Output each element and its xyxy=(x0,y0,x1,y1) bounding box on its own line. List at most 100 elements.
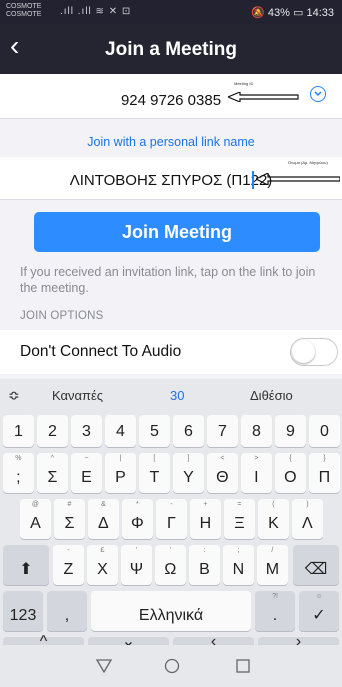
key-5[interactable]: 5 xyxy=(139,415,170,447)
key-Ο[interactable]: {Ο xyxy=(275,453,306,493)
key-Λ[interactable]: ) Λ xyxy=(292,499,323,539)
key-label: Φ xyxy=(131,515,144,532)
key-label: Γ xyxy=(166,515,176,532)
key-Β[interactable]: :Β xyxy=(189,545,220,585)
key-symbol: + xyxy=(203,501,208,508)
audio-option-label: Don't Connect To Audio xyxy=(20,343,182,360)
key-Υ[interactable]: ] Υ xyxy=(173,453,204,493)
key-symbol: / xyxy=(271,547,274,554)
key-0[interactable]: 0 xyxy=(309,415,340,447)
key-label: Λ xyxy=(302,515,313,532)
audio-toggle[interactable] xyxy=(290,338,338,366)
key-label: Ε xyxy=(81,469,92,486)
numbers-key[interactable]: 123 xyxy=(3,591,43,631)
expand-icon[interactable]: ≎ xyxy=(8,387,20,404)
key-symbol: : xyxy=(203,547,206,554)
key-Δ[interactable]: & Δ xyxy=(88,499,119,539)
key-Ξ[interactable]: = Ξ xyxy=(224,499,255,539)
arrow-annotation-icon xyxy=(228,92,299,102)
status-right: 🔕 43% ▭ 14:33 xyxy=(251,6,334,19)
back-nav-icon[interactable] xyxy=(96,659,112,673)
key-label: , xyxy=(64,607,70,624)
name-row[interactable]: Όνομα (Αρ. Μητρώου) ΛΙΝΤΟΒΟΗΣ ΣΠΥΡΟΣ (Π1… xyxy=(0,157,342,199)
key-symbol: ~ xyxy=(84,455,89,462)
key-Η[interactable]: + Η xyxy=(190,499,221,539)
invitation-hint: If you received an invitation link, tap … xyxy=(20,265,316,295)
key-label: 7 xyxy=(217,423,227,440)
key-label: 123 xyxy=(9,607,37,624)
key-label: Κ xyxy=(268,515,279,532)
key-symbol: ☺ xyxy=(315,593,323,600)
key-Κ[interactable]: (Κ xyxy=(258,499,289,539)
key-label: Σ xyxy=(47,469,58,486)
suggestion-3[interactable]: Διθέσιο xyxy=(250,388,293,403)
key-label: 0 xyxy=(319,423,329,440)
key-label: Ελληνικά xyxy=(138,607,204,624)
key-label: Ψ xyxy=(129,561,144,578)
key-Ν[interactable]: ; Ν xyxy=(223,545,254,585)
key-symbol: > xyxy=(254,455,259,462)
key-Α[interactable]: @ Α xyxy=(20,499,51,539)
personal-link-button[interactable]: Join with a personal link name xyxy=(0,135,342,149)
key-symbol: ^ xyxy=(50,455,55,462)
key-Γ[interactable]: -Γ xyxy=(156,499,187,539)
key-symbol: * xyxy=(136,501,139,508)
personal-link-row[interactable]: Join with a personal link name xyxy=(0,119,342,157)
shift-icon[interactable]: ⬆ xyxy=(3,545,49,585)
key-Θ[interactable]: < Θ xyxy=(207,453,238,493)
key-label: Η xyxy=(199,515,212,532)
meeting-id-row[interactable]: 924 9726 0385 Meeting ID xyxy=(0,74,342,118)
key-label: Ξ xyxy=(234,515,245,532)
chevron-down-icon[interactable] xyxy=(310,86,326,102)
suggestion-2[interactable]: 30 xyxy=(170,388,184,403)
key-symbol: ] xyxy=(187,455,190,462)
key-9[interactable]: 9 xyxy=(275,415,306,447)
key-Χ[interactable]: £ Χ xyxy=(87,545,118,585)
key-Ω[interactable]: ' Ω xyxy=(155,545,186,585)
key-symbol: % xyxy=(15,455,22,462)
comma-key[interactable]: , xyxy=(47,591,87,631)
key-label: 2 xyxy=(47,423,57,440)
key-Τ[interactable]: [Τ xyxy=(139,453,170,493)
join-options-header: JOIN OPTIONS xyxy=(20,310,104,322)
key-8[interactable]: 8 xyxy=(241,415,272,447)
recents-nav-icon[interactable] xyxy=(236,659,250,673)
battery-icon: ▭ xyxy=(293,7,304,19)
key-1[interactable]: 1 xyxy=(3,415,34,447)
key-label: Ρ xyxy=(115,469,126,486)
key-7[interactable]: 7 xyxy=(207,415,238,447)
key-6[interactable]: 6 xyxy=(173,415,204,447)
period-key[interactable]: ?!. xyxy=(255,591,295,631)
enter-key[interactable]: ☺ ✓ xyxy=(299,591,339,631)
name-annotation: Όνομα (Αρ. Μητρώου) xyxy=(288,160,328,165)
key-Ζ[interactable]: -Ζ xyxy=(53,545,84,585)
key-label: 6 xyxy=(183,423,193,440)
home-nav-icon[interactable] xyxy=(164,658,180,674)
backspace-icon[interactable]: ⌫ xyxy=(293,545,339,585)
key-Ρ[interactable]: | Ρ xyxy=(105,453,136,493)
key-label: ⌫ xyxy=(304,561,328,578)
join-meeting-button[interactable]: Join Meeting xyxy=(34,212,320,252)
key-Ψ[interactable]: ' Ψ xyxy=(121,545,152,585)
status-bar: COSMOTE COSMOTE .ıll .ıll ≋ ✕ ⊡ 🔕 43% ▭ … xyxy=(0,0,342,24)
key-Ε[interactable]: ~ Ε xyxy=(71,453,102,493)
key-Ι[interactable]: > Ι xyxy=(241,453,272,493)
key-symbol: [ xyxy=(153,455,156,462)
key-Μ[interactable]: / Μ xyxy=(257,545,288,585)
key-;[interactable]: %; xyxy=(3,453,34,493)
space-key[interactable]: Ελληνικά xyxy=(91,591,251,631)
key-Σ[interactable]: ^ Σ xyxy=(37,453,68,493)
key-3[interactable]: 3 xyxy=(71,415,102,447)
key-Π[interactable]: } Π xyxy=(309,453,340,493)
key-Σ[interactable]: # Σ xyxy=(54,499,85,539)
key-symbol: < xyxy=(220,455,225,462)
key-2[interactable]: 2 xyxy=(37,415,68,447)
key-label: 8 xyxy=(251,423,261,440)
key-Φ[interactable]: * Φ xyxy=(122,499,153,539)
key-4[interactable]: 4 xyxy=(105,415,136,447)
signal-icons: .ıll .ıll ≋ ✕ ⊡ xyxy=(60,6,132,17)
suggestion-1[interactable]: Καναπές xyxy=(52,388,103,403)
key-label: Υ xyxy=(183,469,194,486)
key-label: Μ xyxy=(265,561,280,578)
arrow-annotation-icon xyxy=(256,173,340,185)
